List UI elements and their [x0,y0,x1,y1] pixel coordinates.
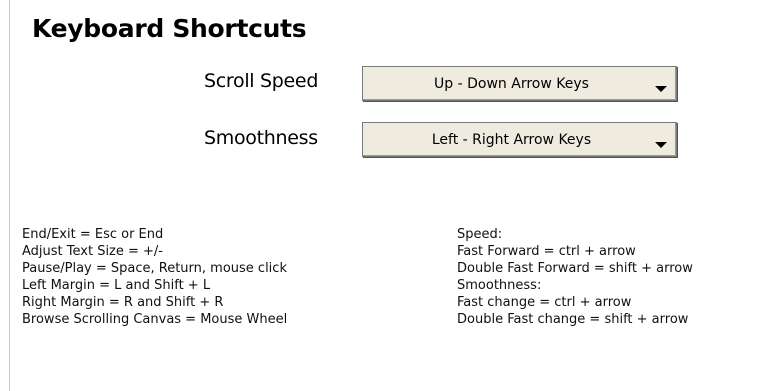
keyboard-shortcuts-panel: Keyboard Shortcuts Scroll Speed Up - Dow… [0,0,774,391]
list-item: Left Margin = L and Shift + L [22,278,211,293]
list-item: Speed: [457,227,503,242]
list-item: Adjust Text Size = +/- [22,244,164,259]
list-item: Double Fast change = shift + arrow [457,312,689,327]
list-item: Pause/Play = Space, Return, mouse click [22,261,287,276]
chevron-down-icon[interactable] [655,86,667,92]
shortcuts-list-general: End/Exit = Esc or End Adjust Text Size =… [22,226,287,328]
scroll-speed-select[interactable]: Up - Down Arrow Keys [362,66,677,101]
smoothness-label: Smoothness [204,127,318,149]
scroll-speed-label: Scroll Speed [204,70,319,92]
shortcuts-list-speed: Speed: Fast Forward = ctrl + arrow Doubl… [457,226,693,328]
list-item: Browse Scrolling Canvas = Mouse Wheel [22,312,288,327]
list-item: Fast Forward = ctrl + arrow [457,244,636,259]
list-item: End/Exit = Esc or End [22,227,164,242]
list-item: Double Fast Forward = shift + arrow [457,261,693,276]
page-title: Keyboard Shortcuts [32,14,307,43]
panel-left-border [9,0,10,391]
scroll-speed-value: Up - Down Arrow Keys [434,75,589,92]
smoothness-select[interactable]: Left - Right Arrow Keys [362,122,677,157]
list-item: Right Margin = R and Shift + R [22,295,224,310]
list-item: Fast change = ctrl + arrow [457,295,632,310]
list-item: Smoothness: [457,278,542,293]
chevron-down-icon[interactable] [655,142,667,148]
smoothness-value: Left - Right Arrow Keys [431,131,592,148]
